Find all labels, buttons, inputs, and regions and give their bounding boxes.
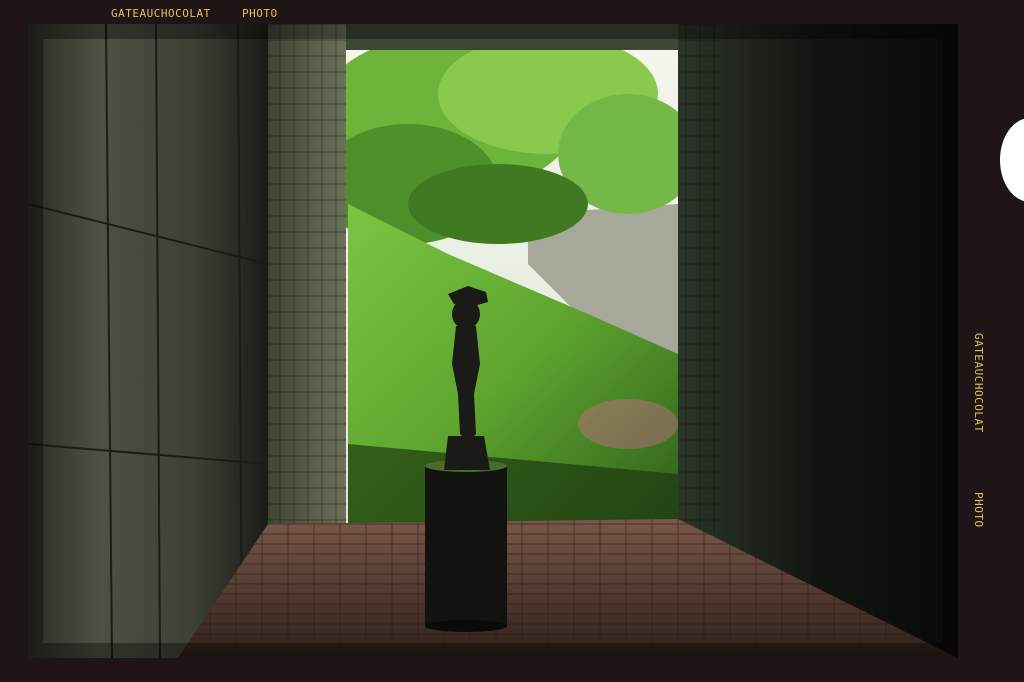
photo-scene bbox=[28, 24, 958, 658]
trees bbox=[318, 34, 698, 244]
film-brand-label-side: GATEAUCHOCOLAT bbox=[972, 333, 985, 433]
film-brand-label-top: GATEAUCHOCOLAT bbox=[111, 7, 211, 20]
film-punch-hole bbox=[1000, 118, 1024, 202]
azalea-flowers bbox=[578, 399, 678, 449]
photo bbox=[28, 24, 958, 658]
film-frame: GATEAUCHOCOLAT PHOTO GATEAUCHOCOLAT PHOT… bbox=[0, 0, 1024, 682]
film-type-label-side: PHOTO bbox=[972, 492, 985, 528]
pedestal bbox=[425, 460, 507, 632]
film-type-label-top: PHOTO bbox=[242, 7, 278, 20]
left-concrete-wall bbox=[28, 24, 268, 658]
